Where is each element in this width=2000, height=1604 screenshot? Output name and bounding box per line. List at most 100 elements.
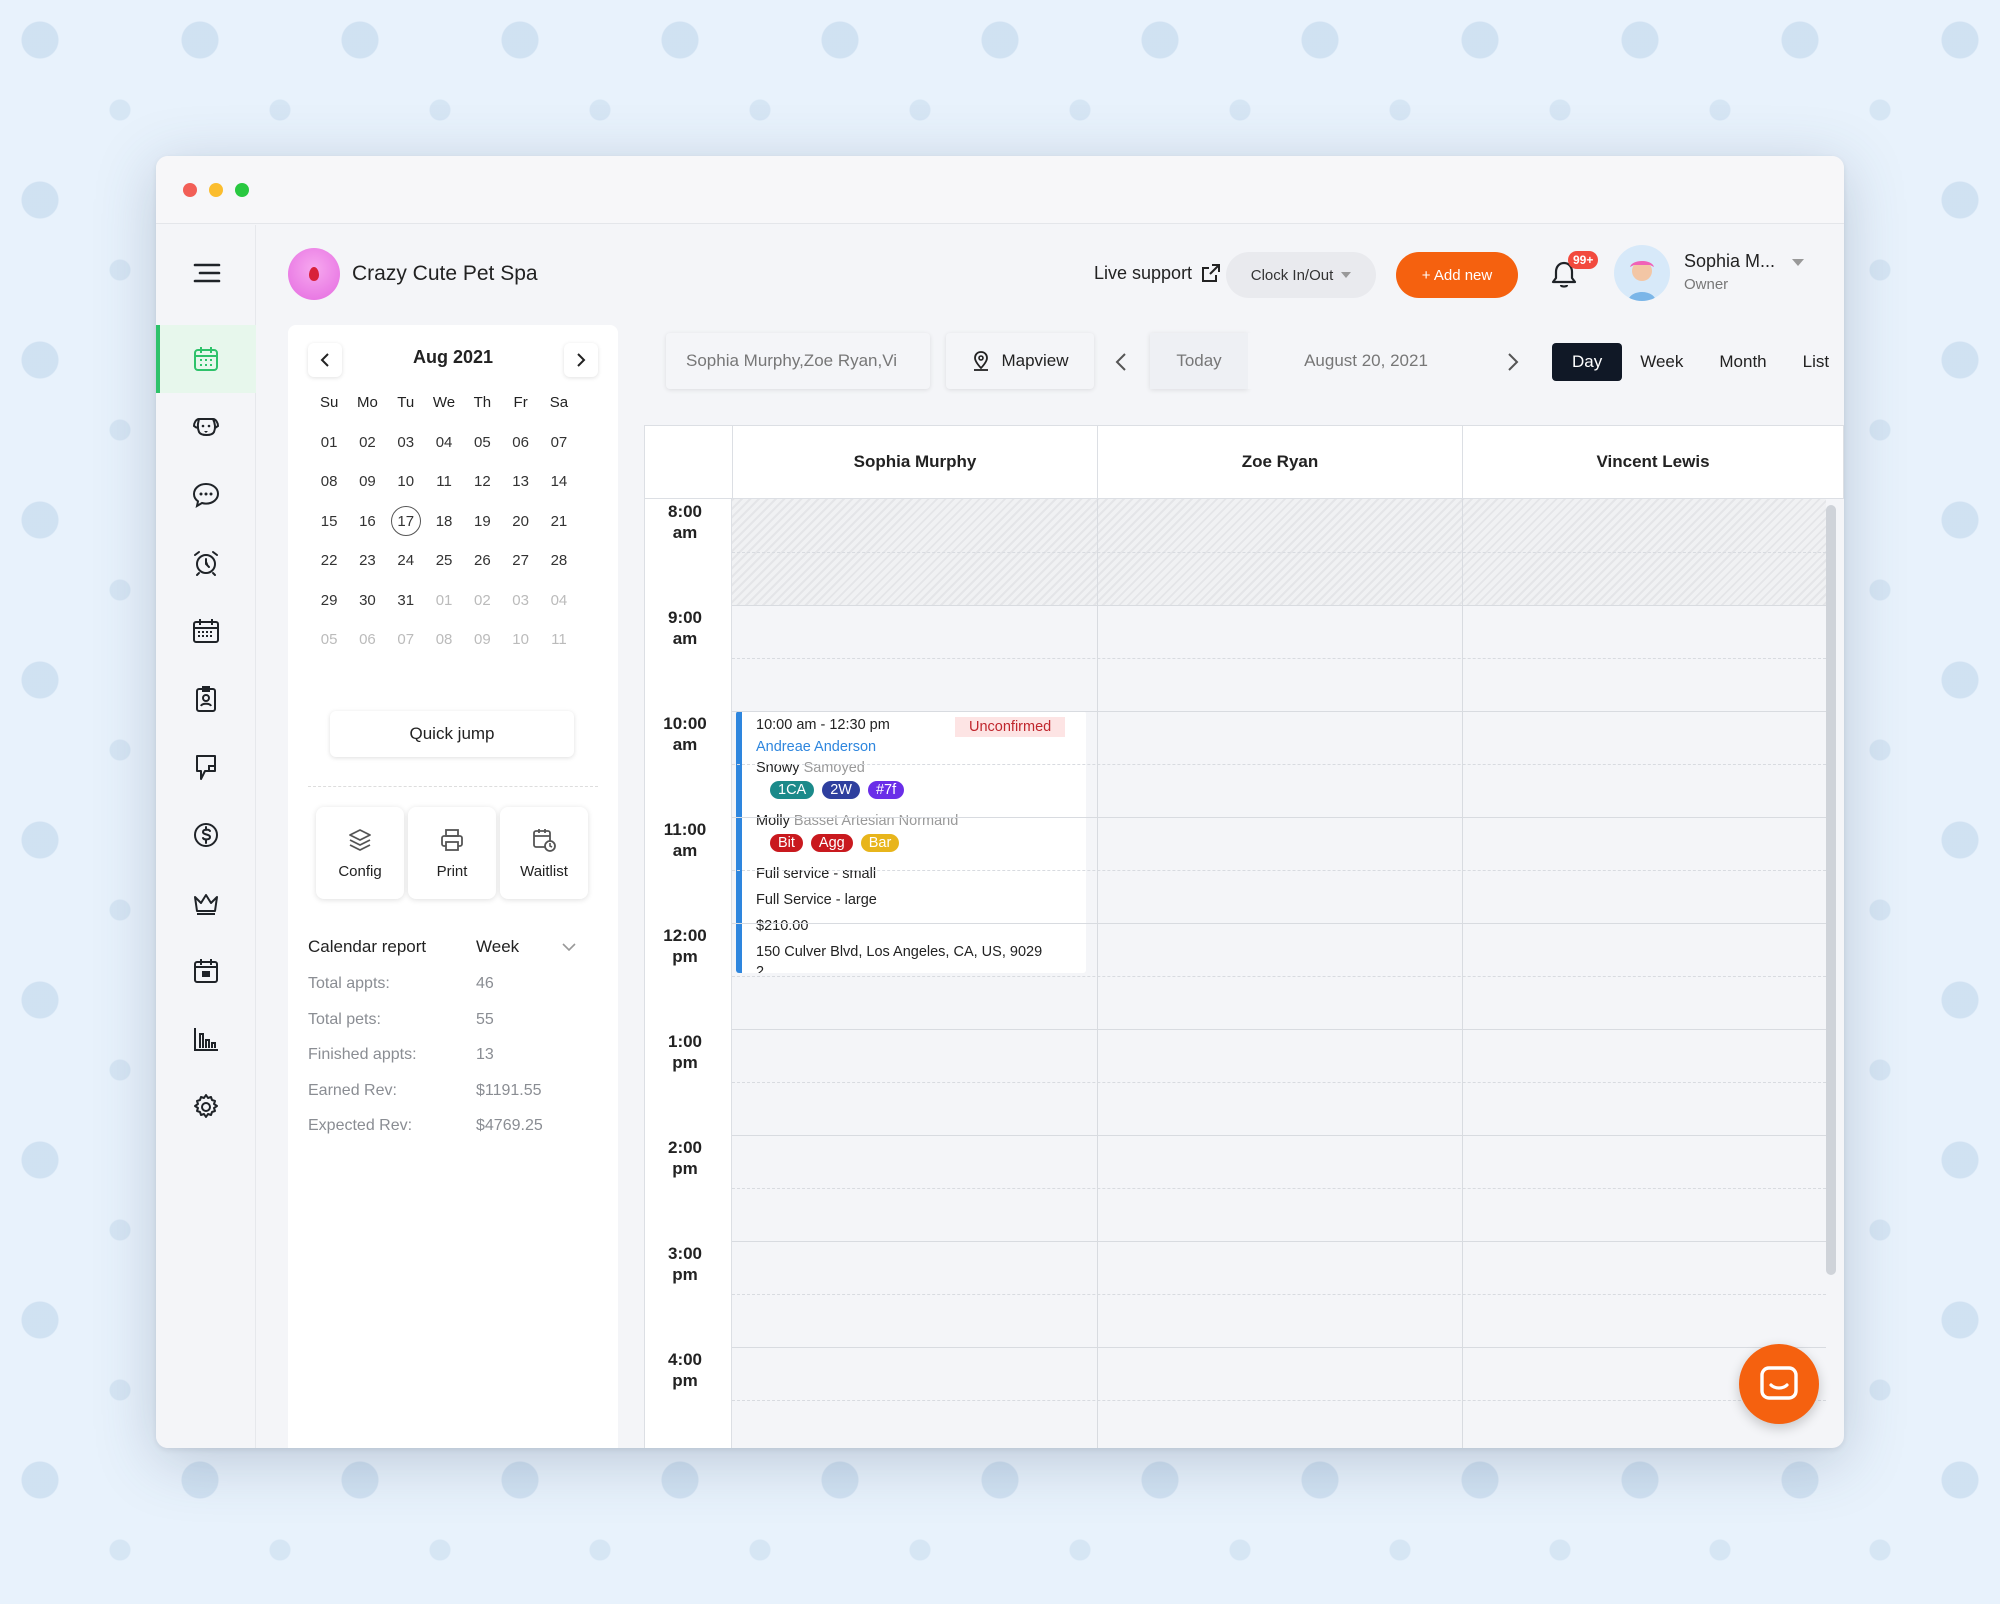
user-name[interactable]: Sophia M... — [1684, 251, 1775, 272]
app-window: Crazy Cute Pet Spa Live support Clock In… — [156, 156, 1844, 1448]
calendar-day[interactable]: 20 — [501, 502, 539, 542]
calendar-day[interactable]: 13 — [501, 462, 539, 502]
calendar-day[interactable]: 05 — [310, 620, 348, 660]
calendar-day[interactable]: 02 — [463, 581, 501, 621]
calendar-day[interactable]: 23 — [348, 541, 386, 581]
sidebar-item-messages[interactable] — [156, 461, 256, 529]
config-button[interactable]: Config — [316, 807, 404, 899]
quick-jump-button[interactable]: Quick jump — [330, 711, 574, 757]
user-menu-caret-icon[interactable] — [1792, 259, 1804, 266]
time-label: 12:00 pm — [645, 925, 725, 967]
calendar-day[interactable]: 30 — [348, 581, 386, 621]
calendar-day[interactable]: 09 — [463, 620, 501, 660]
waitlist-button[interactable]: Waitlist — [500, 807, 588, 899]
view-tab-week[interactable]: Week — [1622, 343, 1701, 381]
column-divider — [1097, 499, 1098, 1448]
calendar-day[interactable]: 21 — [540, 502, 578, 542]
calendar-day-number: 24 — [397, 552, 415, 570]
calendar-day[interactable]: 25 — [425, 541, 463, 581]
calendar-day[interactable]: 10 — [387, 462, 425, 502]
view-tab-month[interactable]: Month — [1701, 343, 1784, 381]
calendar-day-number: 01 — [435, 591, 453, 609]
sidebar-item-reports[interactable] — [156, 1005, 256, 1073]
layers-icon — [349, 828, 371, 851]
calendar-day[interactable]: 06 — [501, 423, 539, 463]
calendar-day[interactable]: 07 — [387, 620, 425, 660]
today-button[interactable]: Today — [1150, 333, 1248, 389]
weekday-label: Th — [473, 394, 492, 412]
mapview-button[interactable]: Mapview — [946, 333, 1094, 389]
appointment-card[interactable]: 10:00 am - 12:30 pm Unconfirmed Andreae … — [736, 711, 1086, 973]
calendar-day[interactable]: 17 — [387, 502, 425, 542]
calendar-day[interactable]: 09 — [348, 462, 386, 502]
calendar-day[interactable]: 01 — [310, 423, 348, 463]
calendar-day-number: 09 — [359, 473, 376, 491]
calendar-day[interactable]: 11 — [540, 620, 578, 660]
calendar-day[interactable]: 06 — [348, 620, 386, 660]
calendar-day[interactable]: 02 — [348, 423, 386, 463]
calendar-day[interactable]: 22 — [310, 541, 348, 581]
staff-filter-select[interactable]: Sophia Murphy,Zoe Ryan,Vi — [666, 333, 930, 389]
prev-day-button[interactable] — [1106, 347, 1136, 377]
calendar-day[interactable]: 24 — [387, 541, 425, 581]
close-window-button[interactable] — [183, 183, 197, 197]
customer-name[interactable]: Andreae Anderson — [756, 739, 876, 755]
sidebar-item-staff[interactable] — [156, 665, 256, 733]
sidebar-item-settings[interactable] — [156, 1073, 256, 1141]
sidebar-item-pets[interactable] — [156, 393, 256, 461]
stat-label: Expected Rev: — [308, 1117, 413, 1134]
calendar-day[interactable]: 03 — [387, 423, 425, 463]
support-chat-button[interactable] — [1739, 1344, 1819, 1424]
calendar-day[interactable]: 10 — [501, 620, 539, 660]
calendar-day[interactable]: 08 — [425, 620, 463, 660]
calendar-day[interactable]: 05 — [463, 423, 501, 463]
calendar-day[interactable]: 11 — [425, 462, 463, 502]
calendar-day[interactable]: 08 — [310, 462, 348, 502]
calendar-day[interactable]: 03 — [501, 581, 539, 621]
report-period-select[interactable]: Week — [476, 937, 576, 957]
calendar-day[interactable]: 18 — [425, 502, 463, 542]
calendar-day[interactable]: 27 — [501, 541, 539, 581]
view-tab-day[interactable]: Day — [1552, 343, 1623, 381]
next-month-button[interactable] — [564, 343, 598, 377]
time-label: 3:00 pm — [645, 1243, 725, 1285]
minimize-window-button[interactable] — [209, 183, 223, 197]
calendar-day[interactable]: 04 — [425, 423, 463, 463]
clock-in-out-button[interactable]: Clock In/Out — [1226, 252, 1376, 298]
calendar-day[interactable]: 19 — [463, 502, 501, 542]
sidebar-item-payments[interactable] — [156, 801, 256, 869]
calendar-day[interactable]: 26 — [463, 541, 501, 581]
calendar-day[interactable]: 14 — [540, 462, 578, 502]
sidebar-item-schedule[interactable] — [156, 597, 256, 665]
sidebar-item-calendar[interactable] — [156, 325, 256, 393]
calendar-day[interactable]: 31 — [387, 581, 425, 621]
calendar-day-number: 25 — [435, 552, 453, 570]
current-date[interactable]: August 20, 2021 — [1248, 333, 1484, 389]
calendar-day[interactable]: 07 — [540, 423, 578, 463]
user-avatar[interactable] — [1614, 245, 1670, 301]
calendar-scrollbar[interactable] — [1826, 505, 1836, 1275]
calendar-day[interactable]: 29 — [310, 581, 348, 621]
sidebar-item-invoices[interactable] — [156, 733, 256, 801]
view-tab-list[interactable]: List — [1785, 343, 1844, 381]
add-new-button[interactable]: + Add new — [1396, 252, 1518, 298]
calendar-day[interactable]: 04 — [540, 581, 578, 621]
menu-icon[interactable] — [192, 261, 222, 285]
maximize-window-button[interactable] — [235, 183, 249, 197]
calendar-day[interactable]: 12 — [463, 462, 501, 502]
calendar-day[interactable]: 28 — [540, 541, 578, 581]
pet-tag: #7f — [867, 781, 905, 799]
next-day-button[interactable] — [1498, 347, 1528, 377]
print-button[interactable]: Print — [408, 807, 496, 899]
calendar-day[interactable]: 15 — [310, 502, 348, 542]
mini-calendar-grid: Su Mo Tu We Th Fr Sa 01 02 03 04 05 06 07 08 09 10 11 12 13… — [310, 383, 590, 660]
pet-tags: Bit Agg Bar — [770, 834, 907, 852]
live-support-link[interactable]: Live support — [1094, 262, 1222, 284]
sidebar-item-reminders[interactable] — [156, 529, 256, 597]
calendar-day[interactable]: 01 — [425, 581, 463, 621]
sidebar-item-bookings[interactable] — [156, 937, 256, 1005]
calendar-day[interactable]: 16 — [348, 502, 386, 542]
schedule-grid[interactable]: 10:00 am - 12:30 pm Unconfirmed Andreae … — [732, 499, 1826, 1448]
time-label-period: pm — [672, 1265, 698, 1284]
sidebar-item-memberships[interactable] — [156, 869, 256, 937]
